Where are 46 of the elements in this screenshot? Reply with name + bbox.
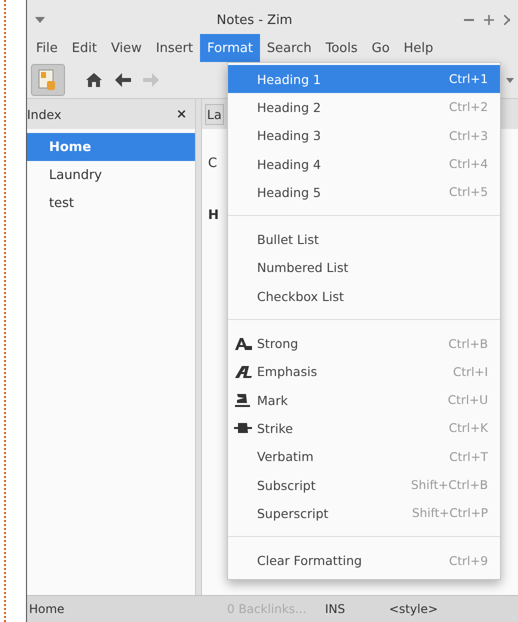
menu-entry[interactable]: Strong Ctrl+B — [228, 329, 500, 358]
close-pane-button[interactable]: × — [176, 106, 187, 122]
editor-text: H — [208, 208, 219, 222]
menu-entry[interactable]: Heading 3 Ctrl+3 — [228, 122, 500, 150]
index-item[interactable]: test — [27, 189, 195, 217]
menu-item[interactable]: Help — [396, 34, 440, 62]
status-page: Home — [28, 602, 66, 616]
menu-entry[interactable]: Emphasis Ctrl+I — [228, 358, 500, 386]
index-item[interactable]: Laundry — [27, 161, 195, 189]
style-label[interactable]: <style> — [389, 602, 438, 616]
index-item[interactable]: Home — [27, 133, 195, 161]
back-arrow-icon[interactable] — [115, 73, 131, 87]
menu-entry[interactable]: Mark Ctrl+U — [228, 386, 500, 414]
italic-letter-icon — [234, 364, 252, 379]
menu-item[interactable]: File — [29, 34, 65, 62]
menu-entry[interactable]: Subscript Shift+Ctrl+B — [228, 470, 500, 500]
window-menu-icon[interactable] — [35, 17, 45, 23]
menu-entry[interactable]: Heading 4 Ctrl+4 — [228, 150, 500, 178]
page-tab[interactable]: La — [205, 104, 224, 124]
menu-item[interactable]: Search — [260, 34, 319, 62]
bold-letter-icon — [234, 336, 252, 351]
index-title: Index — [27, 106, 62, 122]
menu-item[interactable]: View — [104, 34, 149, 62]
menu-entry[interactable]: Strike Ctrl+K — [228, 414, 500, 443]
dropdown-caret-icon[interactable] — [506, 78, 514, 82]
maximize-icon[interactable] — [484, 15, 494, 25]
notebook-button[interactable] — [31, 64, 65, 96]
editor-text: C — [208, 156, 218, 170]
menu-entry[interactable]: Checkbox List — [228, 282, 500, 310]
window-title: Notes - Zim — [216, 12, 294, 28]
menu-item[interactable]: Go — [364, 34, 397, 62]
menu-entry[interactable]: Heading 2 Ctrl+2 — [228, 93, 500, 122]
insert-mode-label: INS — [325, 602, 346, 616]
notebook-icon — [38, 69, 58, 91]
menu-item[interactable]: Format — [200, 34, 260, 62]
menu-entry[interactable]: Bullet List — [228, 225, 500, 254]
menu-item[interactable]: Insert — [148, 34, 200, 62]
menu-item[interactable]: Tools — [318, 34, 365, 62]
menu-entry[interactable]: Numbered List — [228, 254, 500, 282]
menu-entry[interactable]: Superscript Shift+Ctrl+P — [228, 499, 500, 528]
menu-entry[interactable]: Heading 1 Ctrl+1 — [228, 65, 500, 94]
menu-entry[interactable]: Verbatim Ctrl+T — [228, 442, 500, 471]
menu-entry[interactable]: Clear Formatting Ctrl+9 — [228, 546, 500, 575]
home-icon[interactable] — [85, 72, 103, 88]
menu-entry[interactable]: Heading 5 Ctrl+5 — [228, 178, 500, 206]
menu-item[interactable]: Edit — [64, 34, 104, 62]
